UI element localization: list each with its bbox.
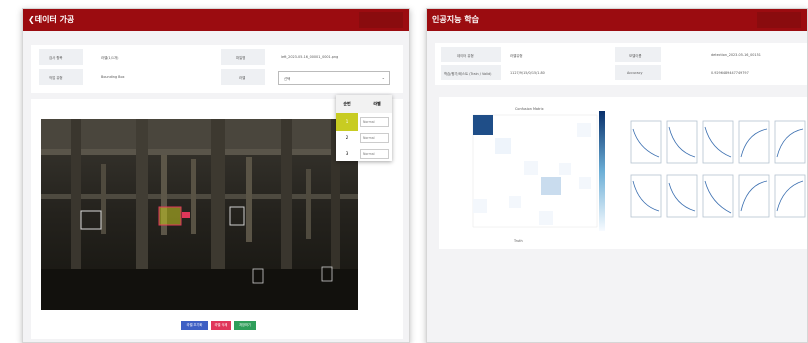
confusion-matrix [472, 114, 598, 228]
info-value: 라벨(1/1개) [101, 56, 119, 60]
delete-label-button[interactable]: 라벨 삭제 [211, 321, 231, 330]
info-label: 작업 유형 [49, 76, 63, 80]
column-header-label: 라벨 [373, 101, 381, 106]
info-label: 검사 항목 [49, 56, 63, 60]
row-label-select[interactable]: Normal [360, 149, 389, 159]
panel-title-bar: 인공지능 학습 [427, 9, 807, 31]
model-info-card: 데이터 유형 라벨유형 학습/평가/테스트 (Train / Valid) 11… [435, 43, 807, 85]
info-value: 1127/9/15/0/15/1.80 [510, 71, 545, 75]
info-label: 데이터 유형 [457, 54, 474, 58]
info-value: Bounding Box [101, 75, 125, 79]
info-label: 라벨 [239, 76, 246, 80]
labeling-image[interactable] [41, 119, 358, 310]
colorbar [599, 111, 605, 231]
info-label: 파일명 [236, 56, 246, 60]
training-results-card: Confusion Matrix Truth [439, 97, 807, 249]
label-select[interactable]: 선택 ⌄ [278, 71, 390, 85]
column-header-index: 순번 [343, 101, 351, 106]
data-processing-panel: ❮데이터 가공 검사 항목 라벨(1/1개) 작업 유형 Bounding Bo… [22, 8, 410, 343]
save-button[interactable]: 저장하기 [234, 321, 256, 330]
panel-title[interactable]: ❮데이터 가공 [28, 15, 74, 24]
panel-title-bar: ❮데이터 가공 [23, 9, 409, 31]
info-label: 모델이름 [629, 54, 642, 58]
title-action-button[interactable] [757, 12, 801, 28]
matrix-x-label: Truth [514, 239, 523, 243]
dropdown-row[interactable]: 3 Normal [336, 145, 392, 163]
reset-labels-button[interactable]: 라벨 초기화 [181, 321, 208, 330]
accuracy-value: 0.9296489447749797 [711, 71, 749, 75]
chevron-down-icon: ⌄ [381, 75, 385, 80]
ai-training-panel: 인공지능 학습 데이터 유형 라벨유형 학습/평가/테스트 (Train / V… [426, 8, 808, 343]
info-value: 라벨유형 [510, 54, 523, 58]
file-name: left_2023-05-16_00001_0001.png [281, 55, 339, 59]
label-dropdown-table: 순번 라벨 1 Normal 2 Normal 3 Normal [336, 95, 392, 161]
info-label: Accuracy [627, 71, 643, 75]
panel-title: 인공지능 학습 [432, 15, 479, 24]
row-label-select[interactable]: Normal [360, 117, 389, 127]
model-name: detection_2023-05-16_00151 [711, 53, 761, 57]
substation-photo [41, 119, 358, 310]
row-label-select[interactable]: Normal [360, 133, 389, 143]
info-label: 학습/평가/테스트 (Train / Valid) [444, 72, 492, 76]
training-metrics-plots [630, 120, 806, 218]
title-action-button[interactable] [359, 12, 403, 28]
info-card: 검사 항목 라벨(1/1개) 작업 유형 Bounding Box 파일명 le… [31, 45, 403, 93]
